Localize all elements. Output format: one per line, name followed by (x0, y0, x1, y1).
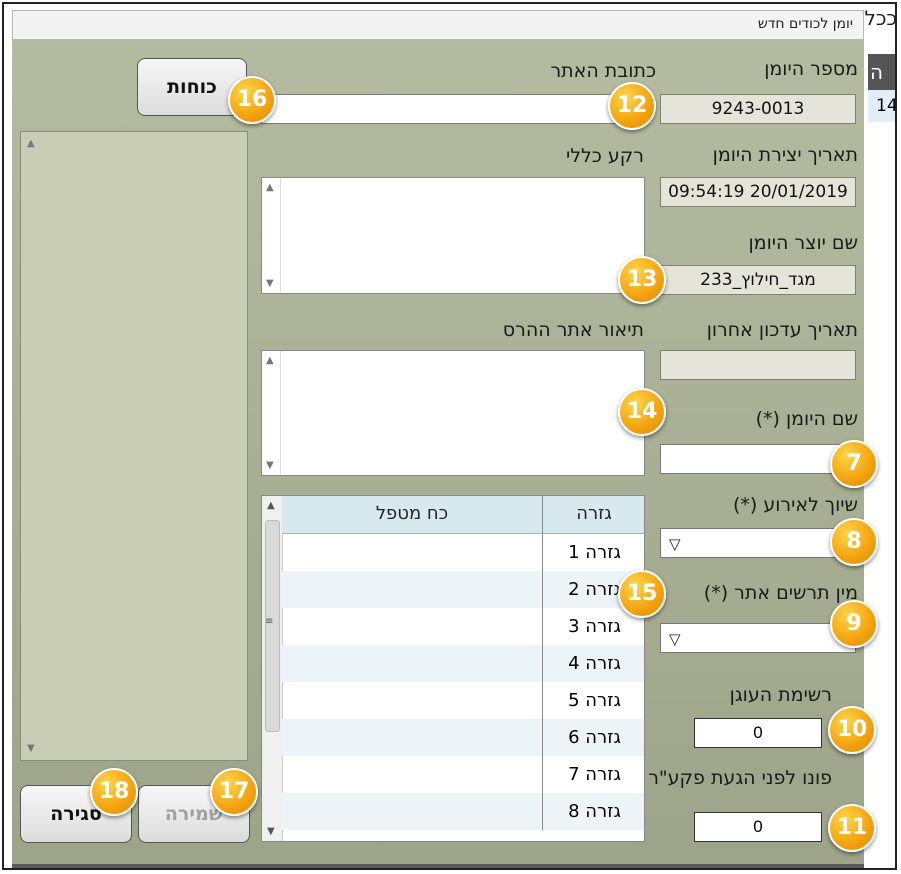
journal-number-field: 9243-0013 (660, 94, 856, 124)
grid-header-force[interactable]: כח מטפל (282, 496, 542, 534)
site-description-textarea[interactable]: ▲ ▼ (261, 350, 645, 476)
site-scenario-label: מין תרשים אתר (*) (703, 582, 858, 604)
callout-badge-14: 14 (618, 388, 666, 436)
grid-row[interactable]: גזרה 7 (282, 756, 644, 793)
creator-name-label: שם יוצר היומן (748, 232, 859, 254)
callout-badge-12: 12 (608, 82, 656, 130)
forces-grid[interactable]: ▲ ≡ ▼ גזרה כח מטפל גזרה 1 גזרה 2 גזרה 3 … (261, 495, 645, 842)
dropdown-icon: ▽ (669, 630, 681, 648)
scroll-down-icon[interactable]: ▼ (266, 460, 274, 471)
created-date-field: 09:54:19 20/01/2019 (660, 177, 856, 207)
background-header-text: ה (870, 60, 884, 84)
evacuated-before-input[interactable] (694, 812, 822, 842)
general-background-label: רקע כללי (565, 145, 644, 167)
site-description-label: תיאור אתר ההרס (502, 319, 644, 341)
grid-row[interactable]: גזרה 5 (282, 682, 644, 719)
scroll-up-icon[interactable]: ▲ (266, 182, 274, 193)
callout-badge-11: 11 (828, 804, 876, 852)
event-link-label: שיוך לאירוע (*) (732, 494, 858, 516)
background-row-text: 14 (876, 96, 897, 116)
grid-row[interactable]: גזרה 1 (282, 534, 644, 571)
bottom-strip (12, 864, 864, 868)
dialog-titlebar[interactable]: יומן לכודים חדש (12, 10, 864, 40)
callout-badge-13: 13 (618, 256, 666, 304)
scroll-down-icon[interactable]: ▼ (266, 278, 274, 289)
journal-name-input[interactable] (660, 444, 856, 474)
scroll-down-icon[interactable]: ▼ (27, 743, 35, 754)
callout-badge-15: 15 (618, 570, 666, 618)
callout-badge-8: 8 (830, 518, 878, 566)
anchor-list-label: רשימת העוגן (729, 684, 832, 706)
grid-row[interactable]: גזרה 3 (282, 608, 644, 645)
grid-cell-sector: גזרה 1 (542, 534, 644, 571)
callout-badge-9: 9 (830, 600, 878, 648)
created-date-label: תאריך יצירת היומן (712, 144, 858, 166)
dialog-title: יומן לכודים חדש (757, 16, 853, 32)
dropdown-icon: ▽ (669, 535, 681, 553)
scroll-up-icon[interactable]: ▲ (267, 500, 275, 511)
background-corner-text: ככל (864, 6, 897, 30)
grid-cell-sector: גזרה 5 (542, 682, 644, 719)
event-link-select[interactable]: ▽ (660, 528, 856, 558)
grid-row[interactable]: גזרה 4 (282, 645, 644, 682)
callout-badge-18: 18 (90, 768, 138, 816)
app-frame: ככל ה 14 יומן לכודים חדש מספר היומן 9243… (2, 2, 897, 870)
background-header: ה (868, 54, 895, 90)
grid-cell-sector: גזרה 7 (542, 756, 644, 793)
site-scenario-select[interactable]: ▽ (660, 623, 856, 653)
grid-cell-sector: גזרה 4 (542, 645, 644, 682)
grid-row[interactable]: גזרה 2 (282, 571, 644, 608)
scroll-up-icon[interactable]: ▲ (266, 355, 274, 366)
forces-list[interactable]: ▲ ▼ (20, 131, 248, 761)
grid-row[interactable]: גזרה 6 (282, 719, 644, 756)
evacuated-before-label: פונו לפני הגעת פקע"ר (648, 767, 832, 789)
callout-badge-10: 10 (828, 706, 876, 754)
site-address-input[interactable] (261, 94, 645, 124)
callout-badge-17: 17 (210, 768, 258, 816)
last-update-field (660, 350, 856, 380)
grid-header-divider (542, 496, 543, 534)
textarea-scrollbar[interactable]: ▲ ▼ (262, 351, 281, 475)
general-background-textarea[interactable]: ▲ ▼ (261, 177, 645, 294)
grid-cell-sector: גזרה 6 (542, 719, 644, 756)
callout-badge-7: 7 (830, 440, 878, 488)
site-address-label: כתובת האתר (550, 60, 656, 82)
grid-header-sector[interactable]: גזרה (542, 496, 644, 534)
last-update-label: תאריך עדכון אחרון (706, 319, 858, 341)
grid-row[interactable]: גזרה 8 (282, 793, 644, 830)
grip-icon: ≡ (265, 616, 274, 627)
creator-name-field: מגד_חילוץ_233 (660, 265, 856, 295)
scroll-down-icon[interactable]: ▼ (267, 826, 275, 837)
scroll-up-icon[interactable]: ▲ (27, 138, 35, 149)
textarea-scrollbar[interactable]: ▲ ▼ (262, 178, 281, 293)
grid-cell-sector: גזרה 8 (542, 793, 644, 830)
journal-number-label: מספר היומן (764, 58, 858, 80)
anchor-list-input[interactable] (694, 718, 822, 748)
callout-badge-16: 16 (228, 76, 276, 124)
background-row[interactable]: 14 (868, 90, 897, 122)
grid-scrollbar[interactable]: ▲ ≡ ▼ (262, 496, 283, 841)
journal-name-label: שם היומן (*) (755, 408, 858, 430)
